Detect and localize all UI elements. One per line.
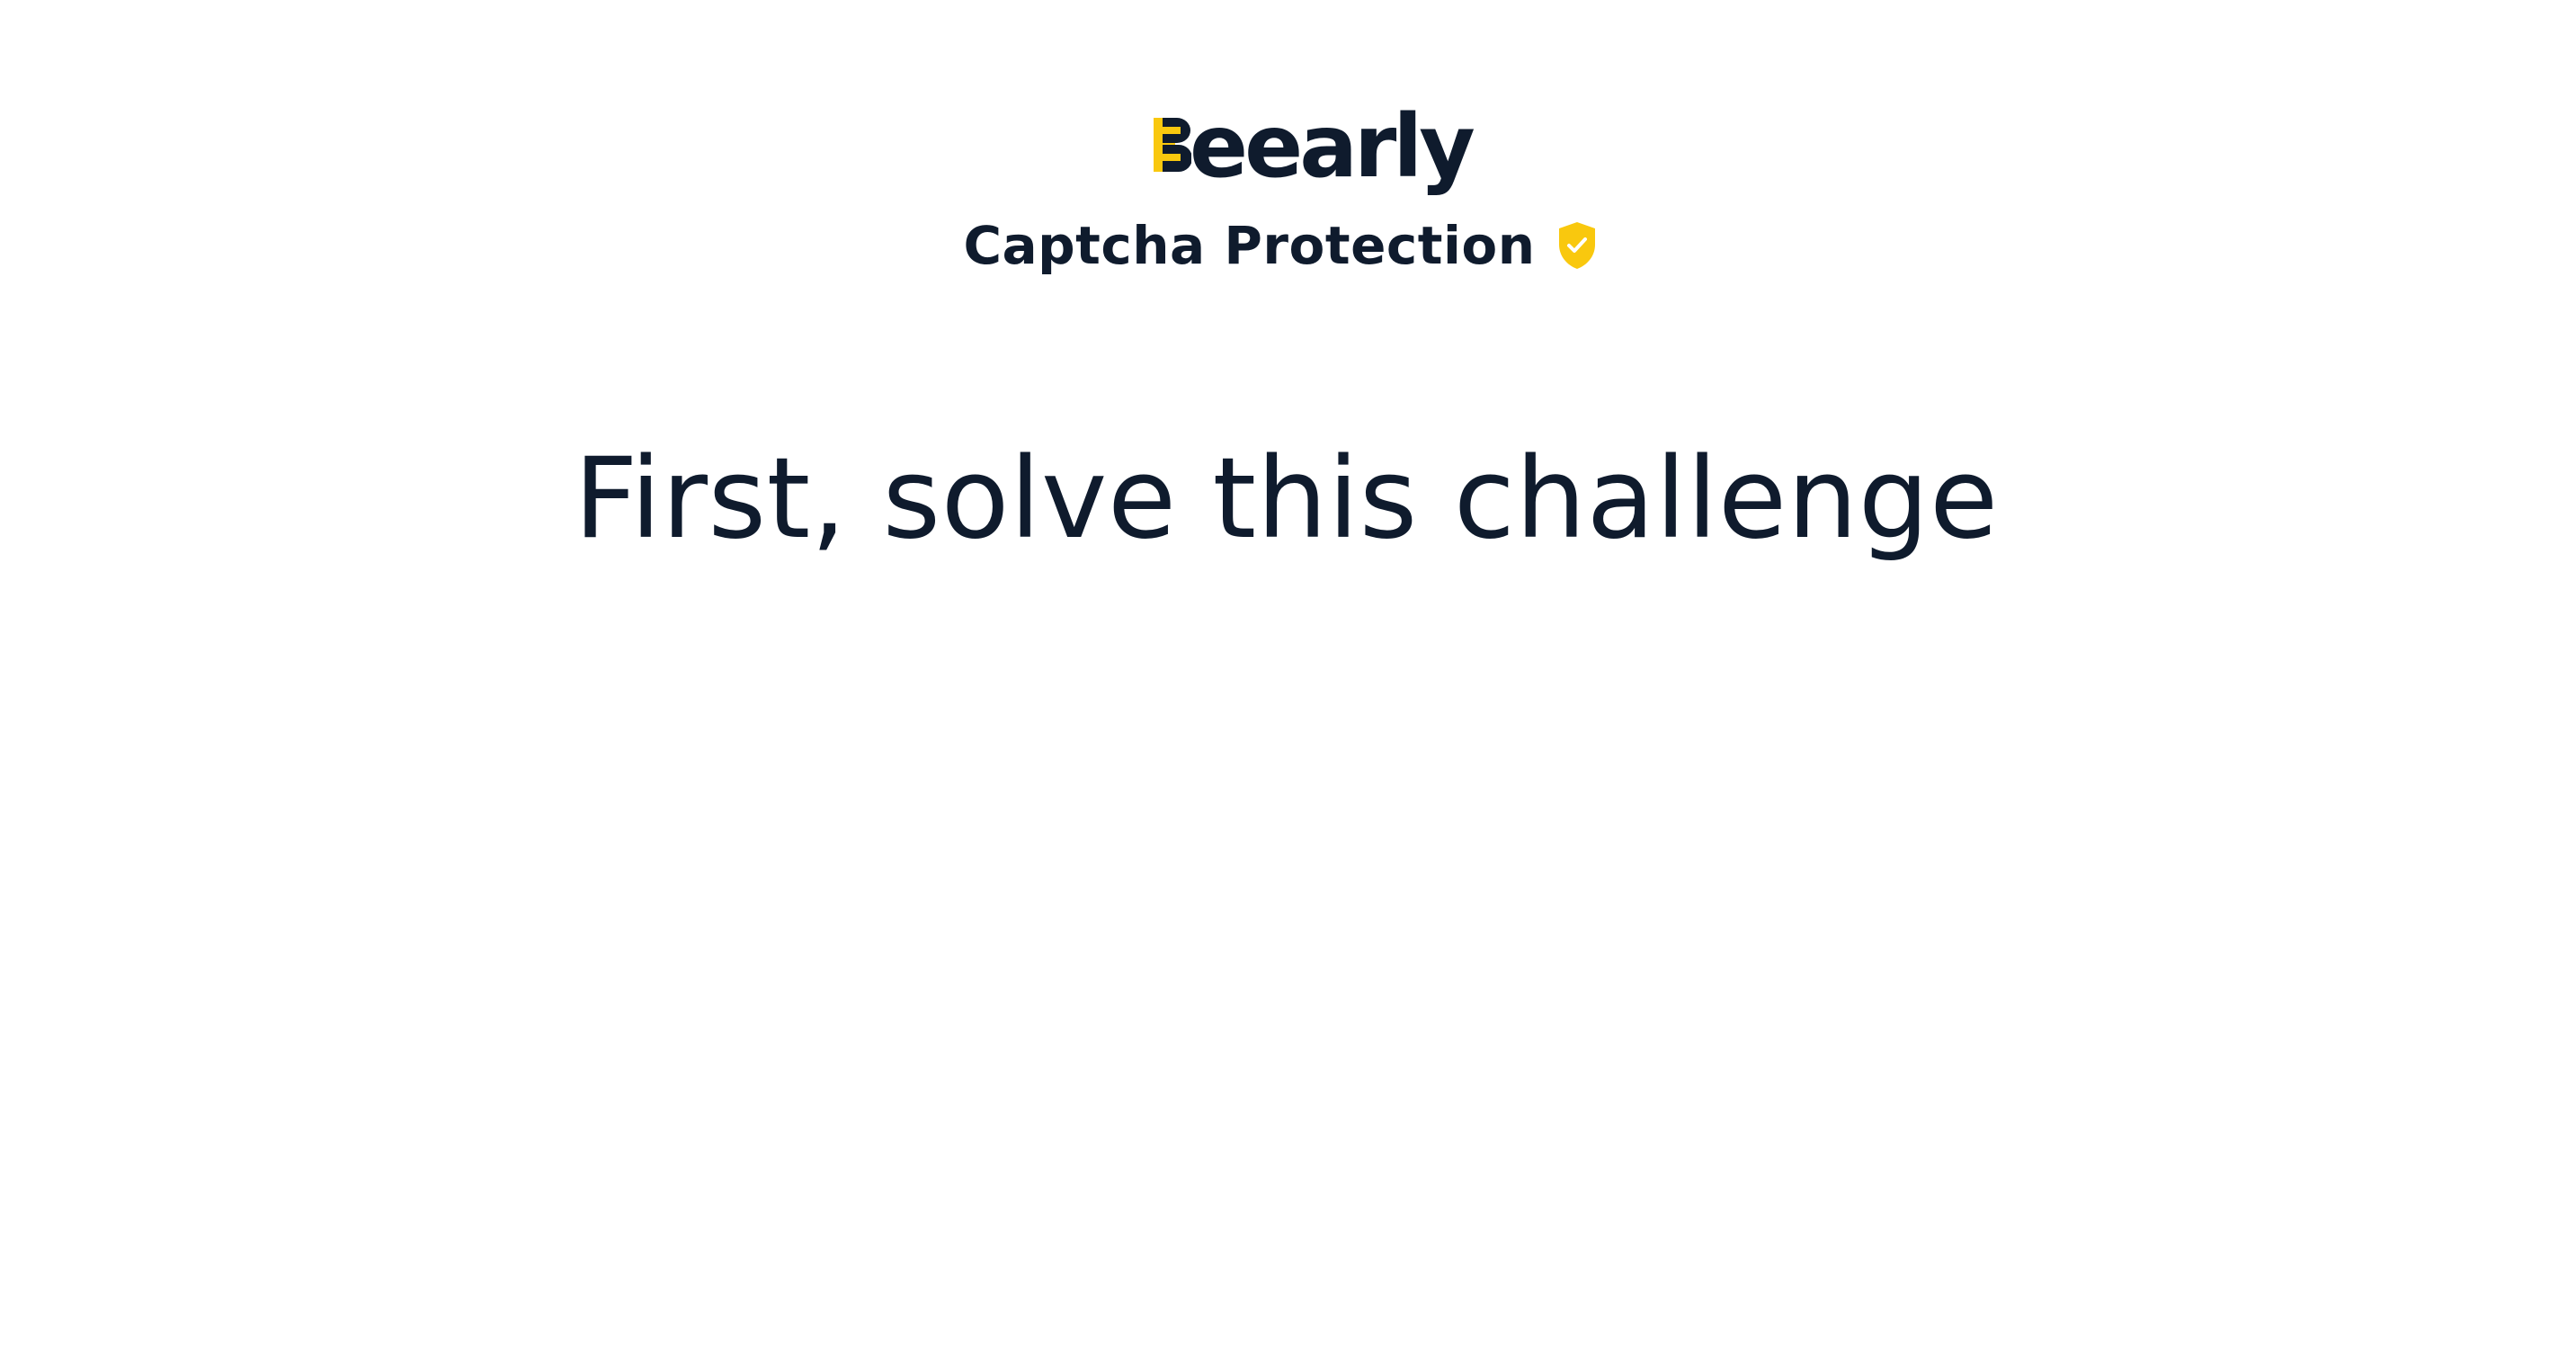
- captcha-page: eearly Captcha Protection First, solve t…: [0, 0, 2576, 1349]
- captcha-protection-title: Captcha Protection: [963, 215, 1536, 276]
- logo-wordmark: eearly: [1190, 96, 1475, 197]
- challenge-heading: First, solve this challenge: [574, 434, 1999, 564]
- brand-logo: eearly: [1154, 96, 1475, 198]
- shield-check-icon: [1558, 222, 1595, 269]
- captcha-protection-header: Captcha Protection: [0, 214, 2569, 277]
- logo-b-mark-icon: [1154, 118, 1191, 172]
